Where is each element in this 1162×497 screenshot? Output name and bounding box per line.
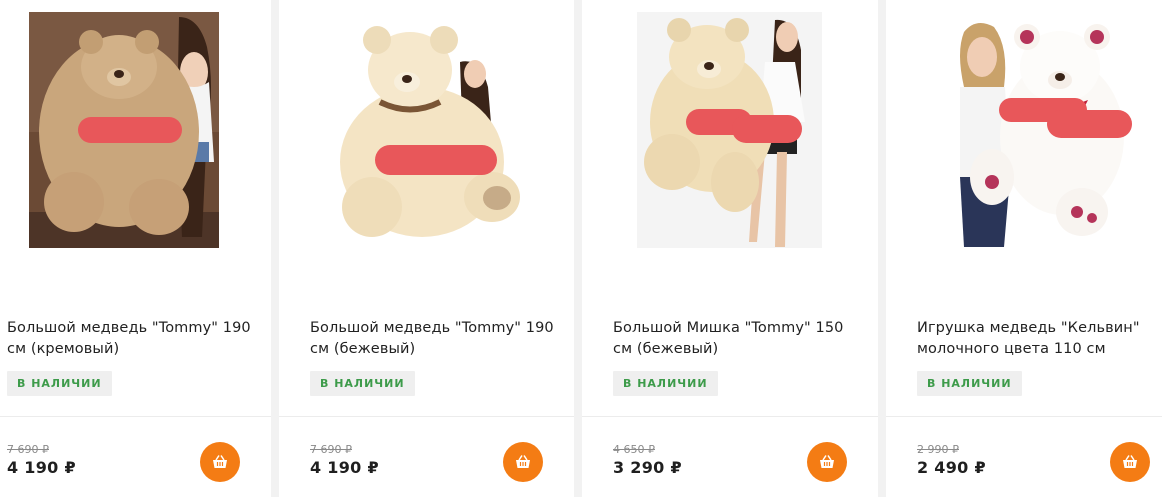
divider — [0, 416, 271, 417]
product-title[interactable]: Большой Мишка "Tommy" 150 см (бежевый) — [613, 318, 863, 360]
basket-icon — [820, 455, 834, 468]
old-price: 7 690 ₽ — [7, 443, 49, 456]
price: 3 290 ₽ — [613, 458, 682, 477]
price: 4 190 ₽ — [310, 458, 379, 477]
product-grid: Большой медведь "Tommy" 190 см (кремовый… — [0, 0, 1162, 497]
product-card[interactable]: Большой Мишка "Tommy" 150 см (бежевый) В… — [582, 0, 878, 497]
price: 4 190 ₽ — [7, 458, 76, 477]
product-image[interactable] — [332, 12, 522, 248]
product-card[interactable]: Большой медведь "Tommy" 190 см (бежевый)… — [279, 0, 574, 497]
product-title[interactable]: Большой медведь "Tommy" 190 см (бежевый) — [310, 318, 560, 360]
add-to-cart-button[interactable] — [1110, 442, 1150, 482]
basket-icon — [213, 455, 227, 468]
in-stock-badge: В НАЛИЧИИ — [917, 371, 1022, 396]
old-price: 2 990 ₽ — [917, 443, 959, 456]
product-title[interactable]: Большой медведь "Tommy" 190 см (кремовый… — [7, 318, 257, 360]
basket-icon — [516, 455, 530, 468]
in-stock-badge: В НАЛИЧИИ — [613, 371, 718, 396]
product-image[interactable] — [637, 12, 822, 248]
in-stock-badge: В НАЛИЧИИ — [7, 371, 112, 396]
in-stock-badge: В НАЛИЧИИ — [310, 371, 415, 396]
product-title[interactable]: Игрушка медведь "Кельвин" молочного цвет… — [917, 318, 1162, 360]
old-price: 7 690 ₽ — [310, 443, 352, 456]
product-image[interactable] — [952, 12, 1132, 248]
basket-icon — [1123, 455, 1137, 468]
add-to-cart-button[interactable] — [200, 442, 240, 482]
divider — [582, 416, 878, 417]
product-card[interactable]: Большой медведь "Tommy" 190 см (кремовый… — [0, 0, 271, 497]
price: 2 490 ₽ — [917, 458, 986, 477]
divider — [886, 416, 1162, 417]
old-price: 4 650 ₽ — [613, 443, 655, 456]
add-to-cart-button[interactable] — [807, 442, 847, 482]
add-to-cart-button[interactable] — [503, 442, 543, 482]
product-card[interactable]: Игрушка медведь "Кельвин" молочного цвет… — [886, 0, 1162, 497]
divider — [279, 416, 574, 417]
product-image[interactable] — [29, 12, 219, 248]
